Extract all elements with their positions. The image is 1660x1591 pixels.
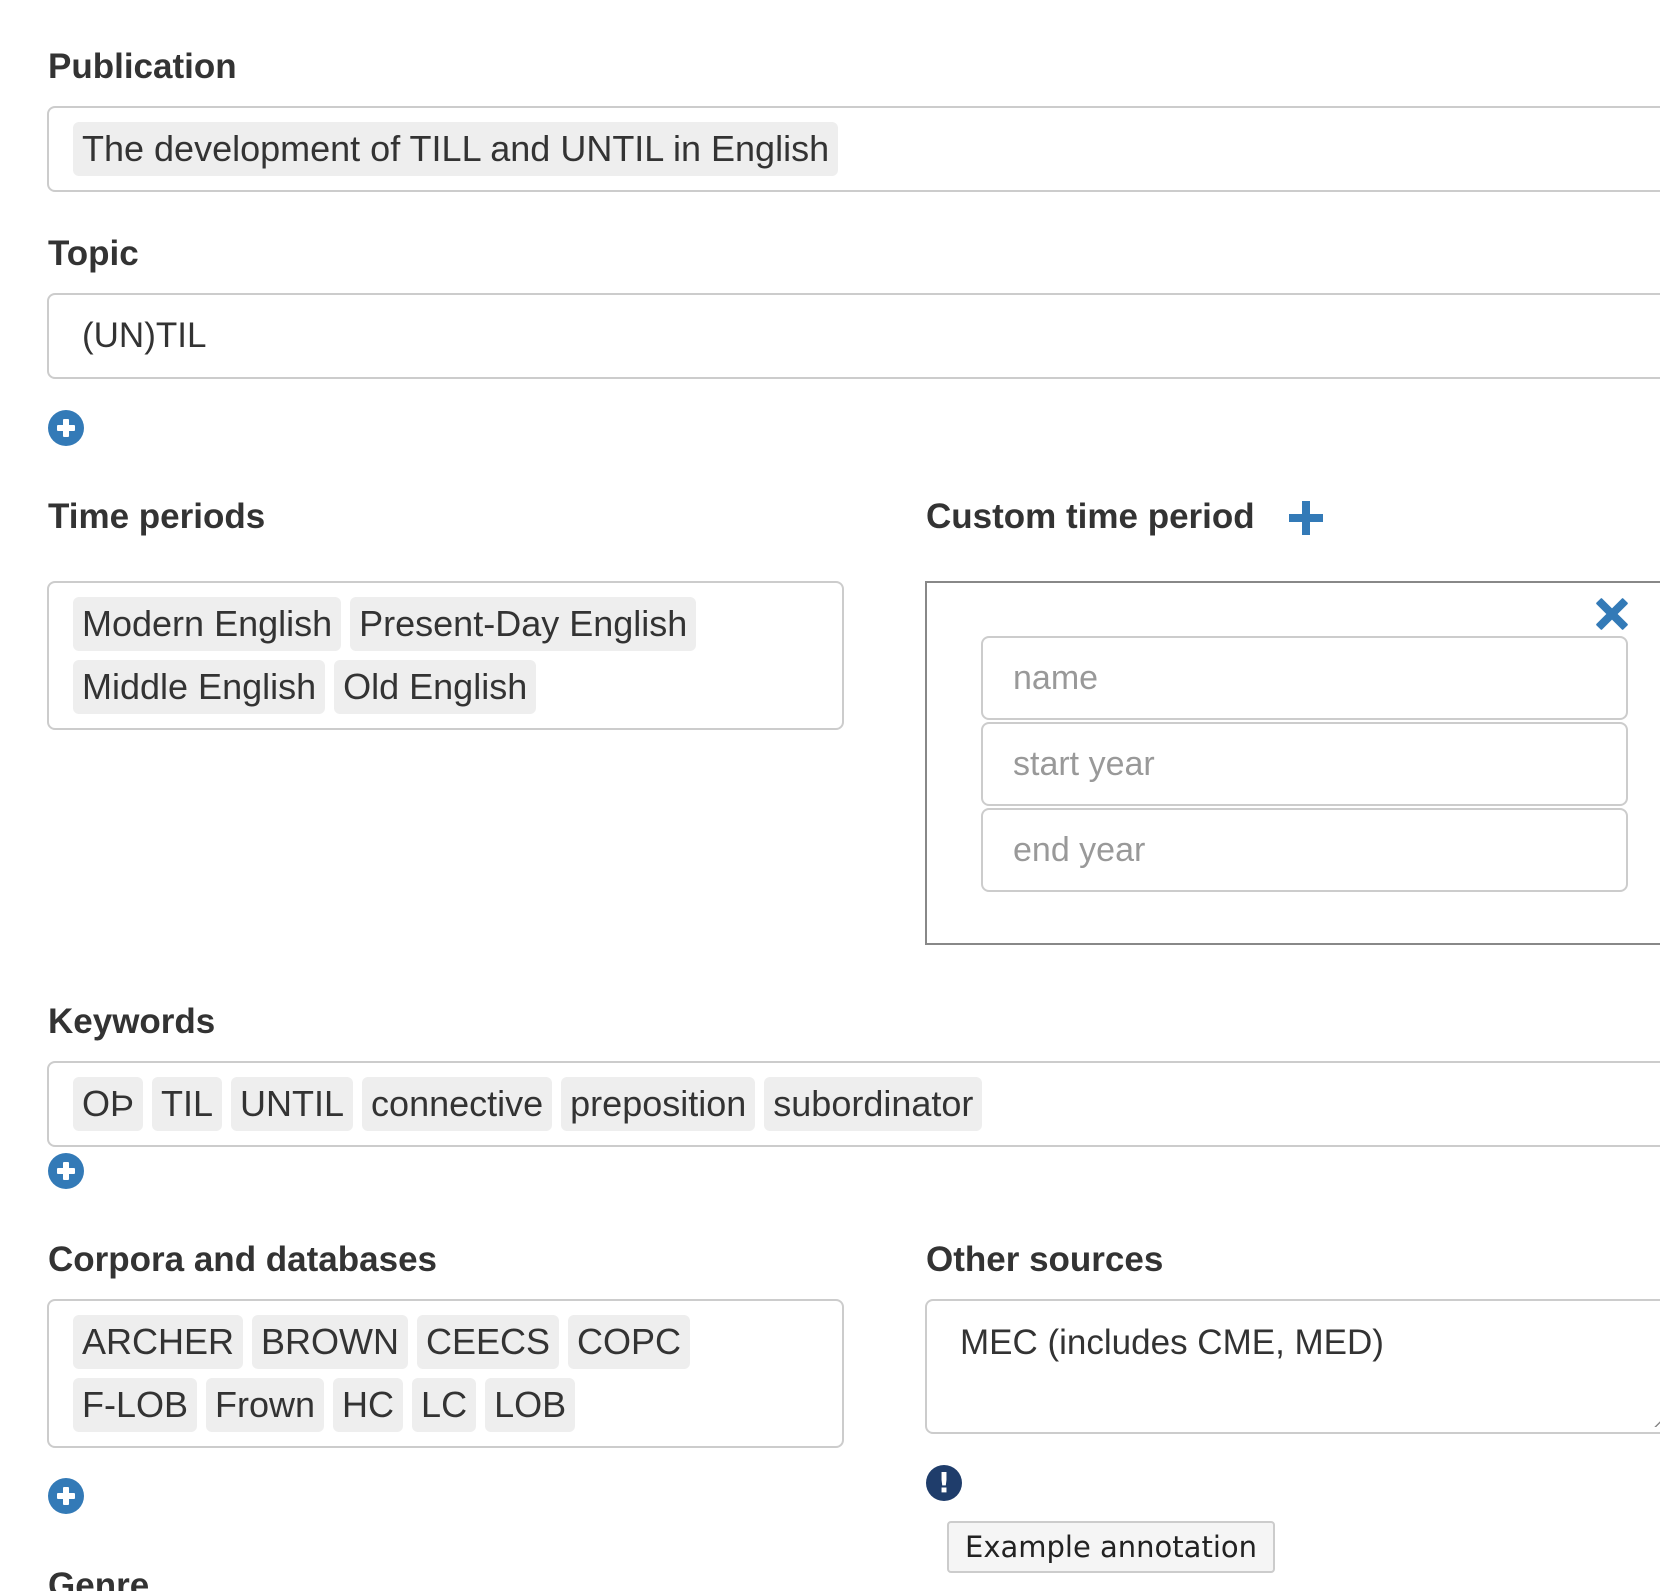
topic-input[interactable] [47,293,1660,379]
other-sources-label: Other sources [926,1240,1164,1279]
custom-period-name-input[interactable] [981,636,1628,720]
corpus-tag[interactable]: HC [333,1378,404,1432]
resize-grip-icon[interactable] [1653,1413,1660,1427]
publication-label: Publication [48,47,237,86]
corpus-tag[interactable]: COPC [568,1315,691,1369]
time-period-tag[interactable]: Modern English [73,597,342,651]
time-period-tag[interactable]: Old English [334,660,537,714]
custom-time-period-label: Custom time period [926,497,1255,536]
keyword-tag[interactable]: UNTIL [231,1077,354,1131]
corpus-tag[interactable]: BROWN [252,1315,409,1369]
topic-label: Topic [48,234,139,273]
time-periods-field[interactable]: Modern English Present-Day English Middl… [47,581,844,730]
corpus-tag[interactable]: LOB [485,1378,576,1432]
add-keyword-icon[interactable] [48,1153,84,1189]
keywords-field[interactable]: OÞ TIL UNTIL connective preposition subo… [47,1061,1660,1147]
exclamation-circle-icon[interactable]: ! [926,1465,962,1501]
close-icon[interactable] [1595,597,1629,631]
custom-period-end-year-input[interactable] [981,808,1628,892]
corpus-tag[interactable]: Frown [206,1378,325,1432]
keywords-label: Keywords [48,1002,216,1041]
corpora-label: Corpora and databases [48,1240,437,1279]
publication-tag[interactable]: The development of TILL and UNTIL in Eng… [73,122,839,176]
example-annotation-button[interactable]: Example annotation [947,1521,1275,1573]
genre-label: Genre [48,1566,150,1591]
corpus-tag[interactable]: ARCHER [73,1315,244,1369]
corpus-tag[interactable]: F-LOB [73,1378,198,1432]
corpora-field[interactable]: ARCHER BROWN CEECS COPC F-LOB Frown HC L… [47,1299,844,1448]
corpus-tag[interactable]: CEECS [417,1315,560,1369]
annotation-form: Publication The development of TILL and … [0,0,1660,1591]
time-periods-label: Time periods [48,497,266,536]
keyword-tag[interactable]: subordinator [764,1077,983,1131]
keyword-tag[interactable]: connective [362,1077,553,1131]
other-sources-value: MEC (includes CME, MED) [960,1323,1384,1362]
publication-field[interactable]: The development of TILL and UNTIL in Eng… [47,106,1660,192]
time-period-tag[interactable]: Middle English [73,660,326,714]
plus-icon[interactable] [1289,501,1323,535]
corpus-tag[interactable]: LC [412,1378,477,1432]
time-period-tag[interactable]: Present-Day English [350,597,697,651]
add-corpus-icon[interactable] [48,1478,84,1514]
keyword-tag[interactable]: preposition [561,1077,756,1131]
other-sources-textarea[interactable]: MEC (includes CME, MED) [925,1299,1660,1434]
keyword-tag[interactable]: TIL [152,1077,223,1131]
keyword-tag[interactable]: OÞ [73,1077,144,1131]
custom-period-start-year-input[interactable] [981,722,1628,806]
add-topic-icon[interactable] [48,410,84,446]
